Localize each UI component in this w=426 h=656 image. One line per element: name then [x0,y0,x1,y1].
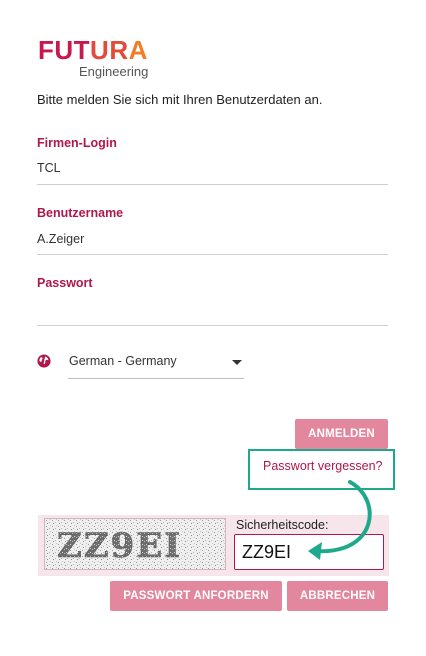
company-login-input[interactable]: TCL [37,161,61,176]
password-field[interactable]: Passwort [37,276,388,327]
company-login-field[interactable]: Firmen-Login TCL [37,136,388,186]
login-button[interactable]: Anmelden [295,419,388,449]
company-login-label: Firmen-Login [37,136,117,150]
request-password-button[interactable]: Passwort anfordern [110,581,282,611]
caret-down-icon [232,360,242,365]
logo-wordmark: FUTURA [38,36,148,64]
language-selected-value: German - Germany [69,354,177,368]
annotation-arrow-icon [308,480,372,560]
captcha-image-text: ZZ9EI [57,526,182,566]
forgot-password-link[interactable]: Passwort vergessen? [263,459,383,473]
password-underline [37,325,388,326]
futura-logo: FUTURA Engineering [38,36,198,82]
username-label: Benutzername [37,206,124,220]
language-dropdown[interactable]: German - Germany [68,352,244,379]
language-selector[interactable]: German - Germany [37,352,247,382]
logo-subtitle: Engineering [79,64,149,79]
captcha-image: ZZ9EI [44,518,226,570]
password-label: Passwort [37,276,93,290]
security-code-value: ZZ9EI [242,542,292,562]
globe-icon [37,354,51,368]
logo-word-part-1: FUT [38,35,91,65]
cancel-button[interactable]: Abbrechen [287,581,388,611]
username-input[interactable]: A.Zeiger [37,232,84,247]
username-underline [37,254,388,255]
username-field[interactable]: Benutzername A.Zeiger [37,206,388,256]
logo-word-part-2: UR [90,35,129,65]
login-intro-text: Bitte melden Sie sich mit Ihren Benutzer… [37,92,323,107]
company-login-underline [37,184,388,185]
logo-word-part-3: A [128,35,148,65]
